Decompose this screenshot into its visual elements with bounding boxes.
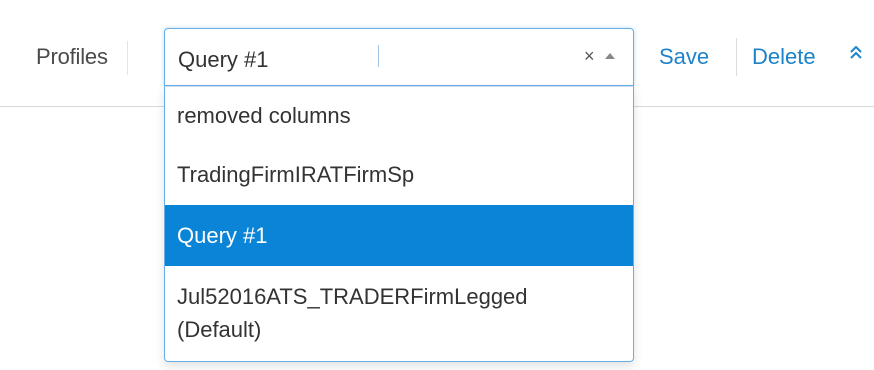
profile-dropdown-menu: removed columns TradingFirmIRATFirmSp Qu…: [164, 86, 634, 362]
text-cursor: [378, 45, 379, 67]
profile-option[interactable]: removed columns: [165, 87, 633, 145]
profile-option-selected[interactable]: Query #1: [165, 205, 633, 266]
caret-up-icon[interactable]: [605, 53, 615, 59]
profile-option-name: Jul52016ATS_TRADERFirmLegged: [177, 284, 528, 309]
delete-link[interactable]: Delete: [752, 44, 816, 70]
profile-option-default-tag: (Default): [177, 317, 262, 342]
profile-select-value: Query #1: [178, 47, 269, 72]
link-separator: [736, 38, 737, 76]
profile-option-default[interactable]: Jul52016ATS_TRADERFirmLegged (Default): [165, 266, 633, 361]
double-chevron-up-icon[interactable]: [847, 42, 865, 64]
profile-option[interactable]: TradingFirmIRATFirmSp: [165, 145, 633, 205]
save-link[interactable]: Save: [659, 44, 709, 70]
label-separator: [127, 41, 128, 75]
profile-select[interactable]: Query #1 ×: [164, 28, 634, 86]
clear-icon[interactable]: ×: [584, 46, 595, 67]
profiles-label: Profiles: [36, 44, 108, 69]
app-stage: Profiles Query #1 × removed columns Trad…: [0, 0, 874, 370]
